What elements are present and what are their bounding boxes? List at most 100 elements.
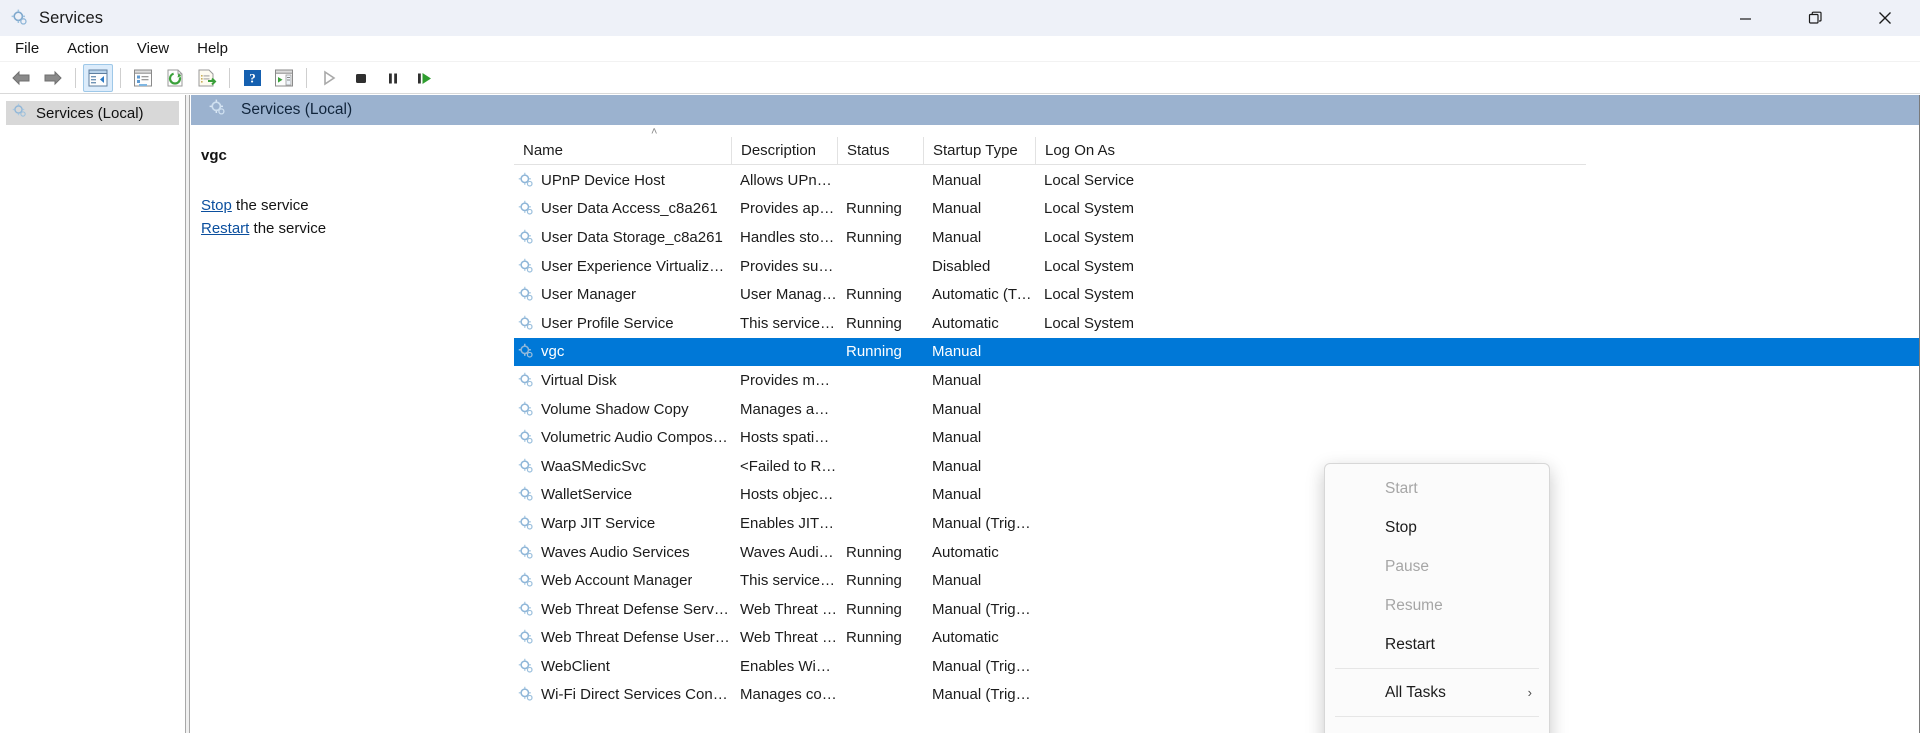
table-row[interactable]: User Profile Service This service i… Runni… (514, 309, 1920, 338)
table-row[interactable]: Waves Audio Services Waves Audi… Running Au… (514, 538, 1920, 567)
cell-status: Running (846, 543, 902, 561)
column-header-name[interactable]: Name (514, 137, 731, 165)
cell-startup: Manual (932, 457, 982, 475)
cell-description: Web Threat … (740, 629, 837, 647)
table-row[interactable]: Wi-Fi Direct Services Connec… Manages co…… (514, 681, 1920, 710)
console-tree-icon[interactable] (83, 63, 113, 92)
refresh-green-arrow-icon[interactable] (160, 64, 190, 92)
right-pane: Services (Local) vgc Stop the service Re… (191, 95, 1920, 733)
pane-splitter[interactable] (186, 95, 190, 733)
toolbar-separator (306, 67, 307, 88)
cell-startup: Automatic (932, 629, 999, 647)
restart-service-link[interactable]: Restart (201, 220, 249, 237)
context-menu-item-all-tasks[interactable]: All Tasks › (1328, 673, 1546, 712)
cell-logon: Local Service (1044, 171, 1135, 189)
table-row[interactable]: Web Account Manager This service i… Runnin… (514, 566, 1920, 595)
context-menu-item-refresh[interactable]: Refresh (1328, 721, 1546, 733)
toolbar-separator (75, 67, 76, 88)
service-name-text: Wi-Fi Direct Services Connec… (541, 686, 731, 704)
table-row[interactable]: Volumetric Audio Composit… Hosts spatial…… (514, 423, 1920, 452)
pause-bars-icon[interactable] (378, 64, 408, 92)
toolbar: ? (0, 62, 1920, 94)
play-triangle-icon[interactable] (314, 64, 344, 92)
table-row[interactable]: Web Threat Defense Service Web Threat … Ru… (514, 595, 1920, 624)
column-header-status[interactable]: Status (837, 136, 923, 165)
sidebar-item-services-local[interactable]: Services (Local) (6, 101, 179, 125)
window-controls (1710, 0, 1920, 36)
column-header-log-on-as[interactable]: Log On As (1035, 136, 1165, 165)
table-row[interactable]: Warp JIT Service Enables JIT c… Manual (Tr… (514, 509, 1920, 538)
services-list-view: ˄ Name Description Status Startup Type L… (514, 125, 1920, 733)
table-row[interactable]: Volume Shadow Copy Manages an… Manual (514, 395, 1920, 424)
service-gear-icon (518, 372, 535, 389)
close-button[interactable] (1850, 0, 1920, 36)
cell-description: Hosts object… (740, 486, 837, 504)
table-row[interactable]: vgc Running Manual (514, 337, 1920, 367)
table-row[interactable]: Web Threat Defense User Se… Web Threat … R… (514, 624, 1920, 653)
column-header-startup-type[interactable]: Startup Type (923, 136, 1035, 165)
cell-description: Waves Audi… (740, 543, 834, 561)
service-name-text: Web Threat Defense User Se… (541, 629, 731, 647)
service-name-text: User Data Access_c8a261 (541, 200, 718, 218)
menu-action[interactable]: Action (54, 37, 122, 61)
table-row[interactable]: WalletService Hosts object… Manual (514, 481, 1920, 510)
cell-logon: Local System (1044, 228, 1135, 246)
table-row[interactable]: User Experience Virtualizatio… Provides s… (514, 252, 1920, 281)
cell-status: Running (846, 228, 902, 246)
toolbar-separator (229, 67, 230, 88)
service-name-text: User Data Storage_c8a261 (541, 228, 723, 246)
service-gear-icon (518, 458, 535, 475)
properties-window-icon[interactable] (128, 64, 158, 92)
menu-file[interactable]: File (2, 37, 52, 61)
cell-name: User Data Storage_c8a261 (514, 229, 731, 246)
stop-square-icon[interactable] (346, 64, 376, 92)
context-menu-item-pause: Pause (1328, 547, 1546, 586)
table-row[interactable]: Virtual Disk Provides ma… Manual (514, 366, 1920, 395)
service-name-text: User Manager (541, 286, 637, 304)
cell-name: User Experience Virtualizatio… (514, 258, 731, 275)
service-name-text: vgc (541, 343, 565, 361)
column-header-description[interactable]: Description (731, 136, 837, 165)
cell-description: This service i… (740, 572, 837, 590)
list-rows: UPnP Device Host Allows UPnP … Manual Local… (514, 166, 1920, 733)
cell-startup: Manual (Trigg… (932, 600, 1035, 618)
service-name-text: Web Threat Defense Service (541, 600, 731, 618)
cell-logon: Local System (1044, 314, 1135, 332)
page-title: vgc (201, 147, 227, 164)
export-list-icon[interactable] (192, 64, 222, 92)
cell-startup: Manual (932, 228, 982, 246)
forward-button[interactable] (38, 64, 68, 92)
cell-startup: Manual (932, 429, 982, 447)
table-row[interactable]: User Manager User Manag… Running Automatic … (514, 280, 1920, 309)
question-mark-icon[interactable]: ? (237, 64, 267, 92)
table-row[interactable]: User Data Storage_c8a261 Handles stor… Run… (514, 223, 1920, 252)
action-pane-icon[interactable] (269, 64, 299, 92)
context-menu-separator (1335, 716, 1539, 717)
cell-name: vgc (514, 343, 731, 360)
cell-name: User Data Access_c8a261 (514, 200, 731, 217)
restart-play-icon[interactable] (410, 64, 440, 92)
menu-help[interactable]: Help (184, 37, 241, 61)
cell-description: Manages an… (740, 400, 837, 418)
table-row[interactable]: User Data Access_c8a261 Provides ap… Runni… (514, 195, 1920, 224)
context-menu-item-stop[interactable]: Stop (1328, 508, 1546, 547)
stop-service-link[interactable]: Stop (201, 197, 232, 214)
context-menu-item-label: Restart (1385, 635, 1435, 653)
services-window: Services File Action View Help ? Service… (0, 0, 1920, 733)
service-name-text: User Experience Virtualizatio… (541, 257, 731, 275)
back-button[interactable] (6, 64, 36, 92)
context-menu-item-restart[interactable]: Restart (1328, 625, 1546, 664)
context-menu-separator (1335, 668, 1539, 669)
cell-description: Provides ap… (740, 200, 835, 218)
table-row[interactable]: WebClient Enables Win… Manual (Trigg… (514, 652, 1920, 681)
maximize-button[interactable] (1780, 0, 1850, 36)
cell-name: WebClient (514, 658, 731, 675)
service-gear-icon (518, 686, 535, 703)
context-menu-item-label: Stop (1385, 518, 1417, 536)
table-row[interactable]: UPnP Device Host Allows UPnP … Manual Local… (514, 166, 1920, 195)
table-row[interactable]: WaaSMedicSvc <Failed to R… Manual (514, 452, 1920, 481)
menu-view[interactable]: View (124, 37, 182, 61)
cell-name: User Profile Service (514, 315, 731, 332)
cell-status: Running (846, 572, 902, 590)
minimize-button[interactable] (1710, 0, 1780, 36)
